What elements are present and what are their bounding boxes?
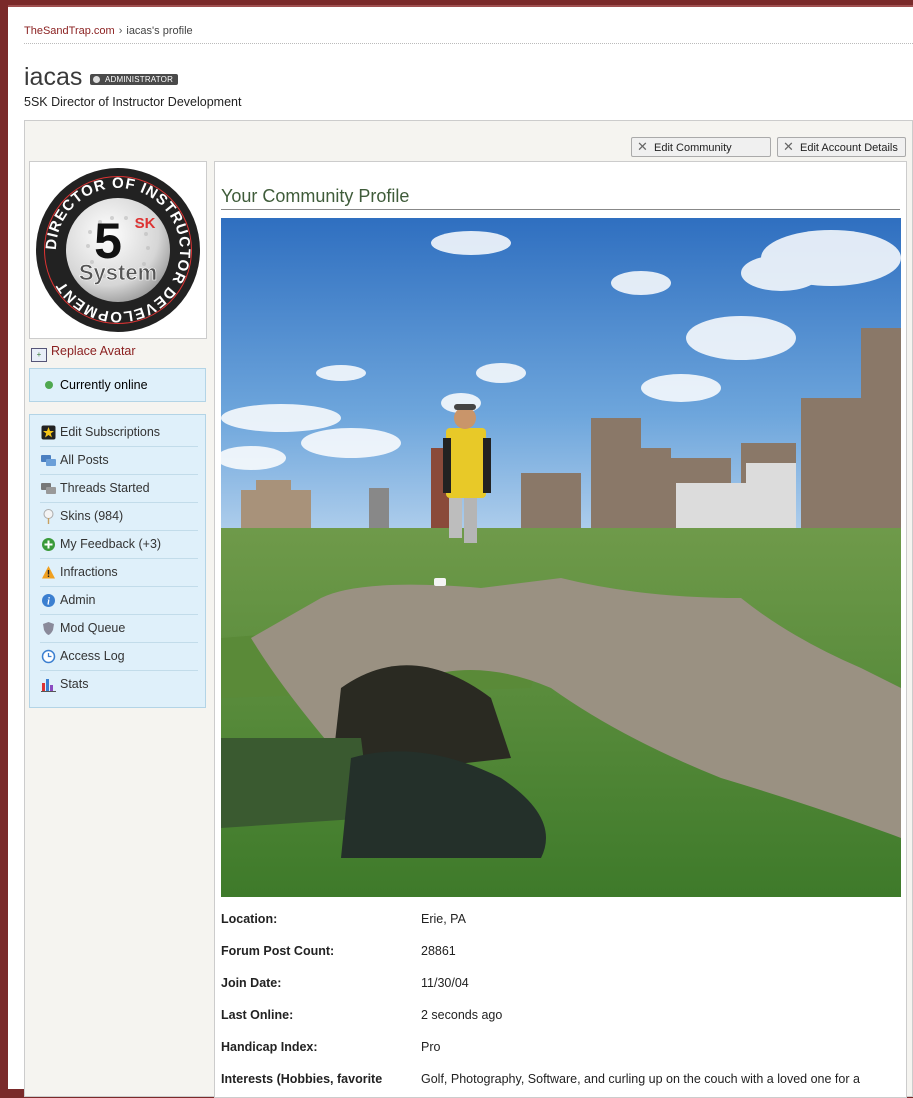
online-status-box: Currently online xyxy=(29,368,206,402)
community-profile-panel: Your Community Profile Location: Erie, P… xyxy=(214,161,907,1098)
info-value: Golf, Photography, Software, and curling… xyxy=(421,1072,860,1086)
avatar[interactable]: DIRECTOR OF INSTRUCTOR DEVELOPMENT 5 SK … xyxy=(29,161,207,339)
title-divider xyxy=(221,209,900,210)
profile-sidebar-menu: Edit Subscriptions All Posts Threads Sta… xyxy=(29,414,206,708)
sidebar-item-label: Access Log xyxy=(60,649,125,663)
sidebar-item-stats[interactable]: Stats xyxy=(40,671,198,698)
sidebar-item-label: Skins (984) xyxy=(60,509,124,523)
breadcrumb-separator: › xyxy=(118,25,123,37)
info-label: Location: xyxy=(221,912,278,926)
profile-info-last-online: Last Online: 2 seconds ago xyxy=(221,1008,901,1028)
profile-container: ✕ Edit Community Profile ✕ Edit Account … xyxy=(24,120,913,1098)
sidebar-item-infractions[interactable]: Infractions xyxy=(40,559,198,587)
info-value: Pro xyxy=(421,1040,441,1054)
sidebar-item-label: Edit Subscriptions xyxy=(60,425,161,439)
breadcrumb: TheSandTrap.com › iacas's profile xyxy=(24,25,193,37)
profile-photo xyxy=(221,218,901,897)
star-icon xyxy=(41,425,56,440)
plus-circle-icon xyxy=(41,537,56,552)
administrator-badge: ADMINISTRATOR xyxy=(90,74,179,85)
info-label: Join Date: xyxy=(221,976,282,990)
sidebar-item-label: Mod Queue xyxy=(60,621,126,635)
info-label: Forum Post Count: xyxy=(221,944,335,958)
sidebar-item-label: My Feedback (+3) xyxy=(60,537,162,551)
golf-tee-icon xyxy=(41,509,56,524)
sidebar-item-skins[interactable]: Skins (984) xyxy=(40,503,198,531)
edit-community-profile-button[interactable]: ✕ Edit Community Profile xyxy=(631,137,771,174)
replace-avatar-link[interactable]: + Replace Avatar xyxy=(31,344,136,362)
online-status-label: Currently online xyxy=(60,378,148,392)
info-label: Last Online: xyxy=(221,1008,294,1022)
online-dot-icon xyxy=(45,381,53,389)
info-value: 28861 xyxy=(421,944,456,958)
info-icon: i xyxy=(41,593,56,608)
sidebar-item-all-posts[interactable]: All Posts xyxy=(40,447,198,475)
svg-text:i: i xyxy=(47,597,50,608)
sidebar-item-edit-subscriptions[interactable]: Edit Subscriptions xyxy=(40,419,198,447)
profile-user-title: 5SK Director of Instructor Development xyxy=(24,95,242,109)
sidebar-item-label: All Posts xyxy=(60,453,109,467)
breadcrumb-current: iacas's profile xyxy=(126,25,193,37)
page-title: Your Community Profile xyxy=(221,186,410,206)
sidebar-item-label: Threads Started xyxy=(60,481,150,495)
edit-account-details-label: Edit Account Details xyxy=(800,142,898,154)
bar-chart-icon xyxy=(41,677,56,692)
sidebar-item-access-log[interactable]: Access Log xyxy=(40,643,198,671)
sidebar-item-label: Infractions xyxy=(60,565,118,579)
threads-icon xyxy=(41,481,56,496)
sidebar-item-label: Stats xyxy=(60,677,89,691)
posts-icon xyxy=(41,453,56,468)
avatar-logo-superscript: SK xyxy=(135,215,156,232)
profile-info-location: Location: Erie, PA xyxy=(221,912,901,932)
info-value: 11/30/04 xyxy=(421,976,469,990)
profile-info-handicap: Handicap Index: Pro xyxy=(221,1040,901,1060)
info-value: Erie, PA xyxy=(421,912,466,926)
shield-icon xyxy=(41,621,56,636)
wrench-icon: ✕ xyxy=(783,139,794,154)
sidebar-item-my-feedback[interactable]: My Feedback (+3) xyxy=(40,531,198,559)
sidebar-item-threads-started[interactable]: Threads Started xyxy=(40,475,198,503)
replace-avatar-icon: + xyxy=(31,348,47,362)
breadcrumb-home-link[interactable]: TheSandTrap.com xyxy=(24,25,115,37)
profile-page: TheSandTrap.com › iacas's profile iacas AD… xyxy=(8,5,913,1098)
avatar-logo-word: System xyxy=(79,260,157,285)
info-value: 2 seconds ago xyxy=(421,1008,503,1022)
wrench-icon: ✕ xyxy=(637,139,648,154)
edit-account-details-button[interactable]: ✕ Edit Account Details xyxy=(777,137,906,157)
profile-info-interests: Interests (Hobbies, favorite Golf, Photo… xyxy=(221,1072,901,1092)
profile-info-post-count: Forum Post Count: 28861 xyxy=(221,944,901,964)
replace-avatar-label: Replace Avatar xyxy=(51,344,136,358)
profile-info-join-date: Join Date: 11/30/04 xyxy=(221,976,901,996)
sidebar-item-mod-queue[interactable]: Mod Queue xyxy=(40,615,198,643)
sidebar-item-admin[interactable]: i Admin xyxy=(40,587,198,615)
info-label: Interests (Hobbies, favorite xyxy=(221,1072,383,1086)
info-label: Handicap Index: xyxy=(221,1040,318,1054)
breadcrumb-divider xyxy=(24,43,913,44)
avatar-logo: DIRECTOR OF INSTRUCTOR DEVELOPMENT 5 SK … xyxy=(32,164,204,336)
clock-icon xyxy=(41,649,56,664)
profile-username: iacas xyxy=(24,63,83,91)
sidebar-item-label: Admin xyxy=(60,593,96,607)
warning-icon xyxy=(41,565,56,580)
